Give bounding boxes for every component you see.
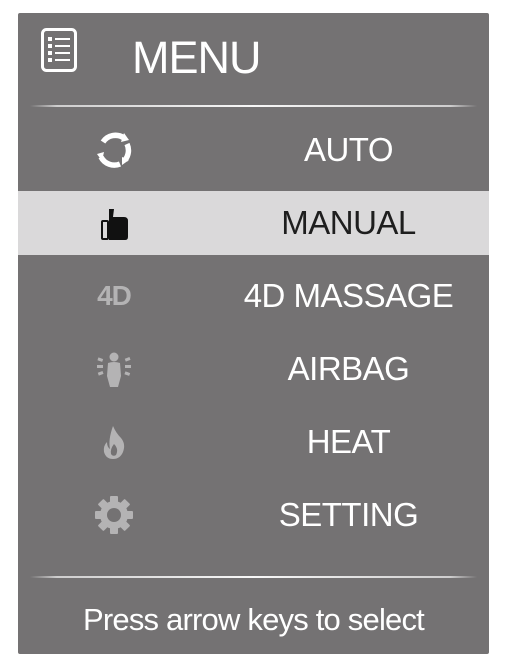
header-divider xyxy=(30,105,477,107)
footer-hint: Press arrow keys to select xyxy=(83,602,425,637)
menu-item-heat[interactable]: HEAT xyxy=(18,410,489,474)
menu-item-label: AUTO xyxy=(303,131,394,168)
menu-item-label: MANUAL xyxy=(281,204,416,241)
list-menu-icon xyxy=(41,28,77,72)
menu-item-label: AIRBAG xyxy=(287,350,410,387)
menu-header: MENU xyxy=(18,13,489,101)
menu-item-setting[interactable]: SETTING xyxy=(18,483,489,547)
menu-item-manual[interactable]: MANUAL xyxy=(18,191,489,255)
menu-item-airbag[interactable]: AIRBAG xyxy=(18,337,489,401)
menu-item-label: HEAT xyxy=(306,423,391,460)
4d-icon-text: 4D xyxy=(97,280,132,311)
menu-item-label: SETTING xyxy=(278,496,419,533)
4d-icon: 4D xyxy=(90,272,138,320)
gear-icon xyxy=(90,491,138,539)
airbag-body-icon xyxy=(90,345,138,393)
thumbs-up-icon xyxy=(90,199,138,247)
footer-divider xyxy=(30,576,477,578)
menu-title: MENU xyxy=(132,32,261,83)
menu-item-4d-massage[interactable]: 4D 4D MASSAGE xyxy=(18,264,489,328)
menu-item-auto[interactable]: AUTO xyxy=(18,118,489,182)
menu-panel: MENU AUTO MANUAL 4D 4D MASSAGE AIRBAG HE… xyxy=(18,13,489,654)
cycle-arrows-icon xyxy=(90,126,138,174)
menu-item-label: 4D MASSAGE xyxy=(243,277,454,314)
flame-icon xyxy=(90,418,138,466)
